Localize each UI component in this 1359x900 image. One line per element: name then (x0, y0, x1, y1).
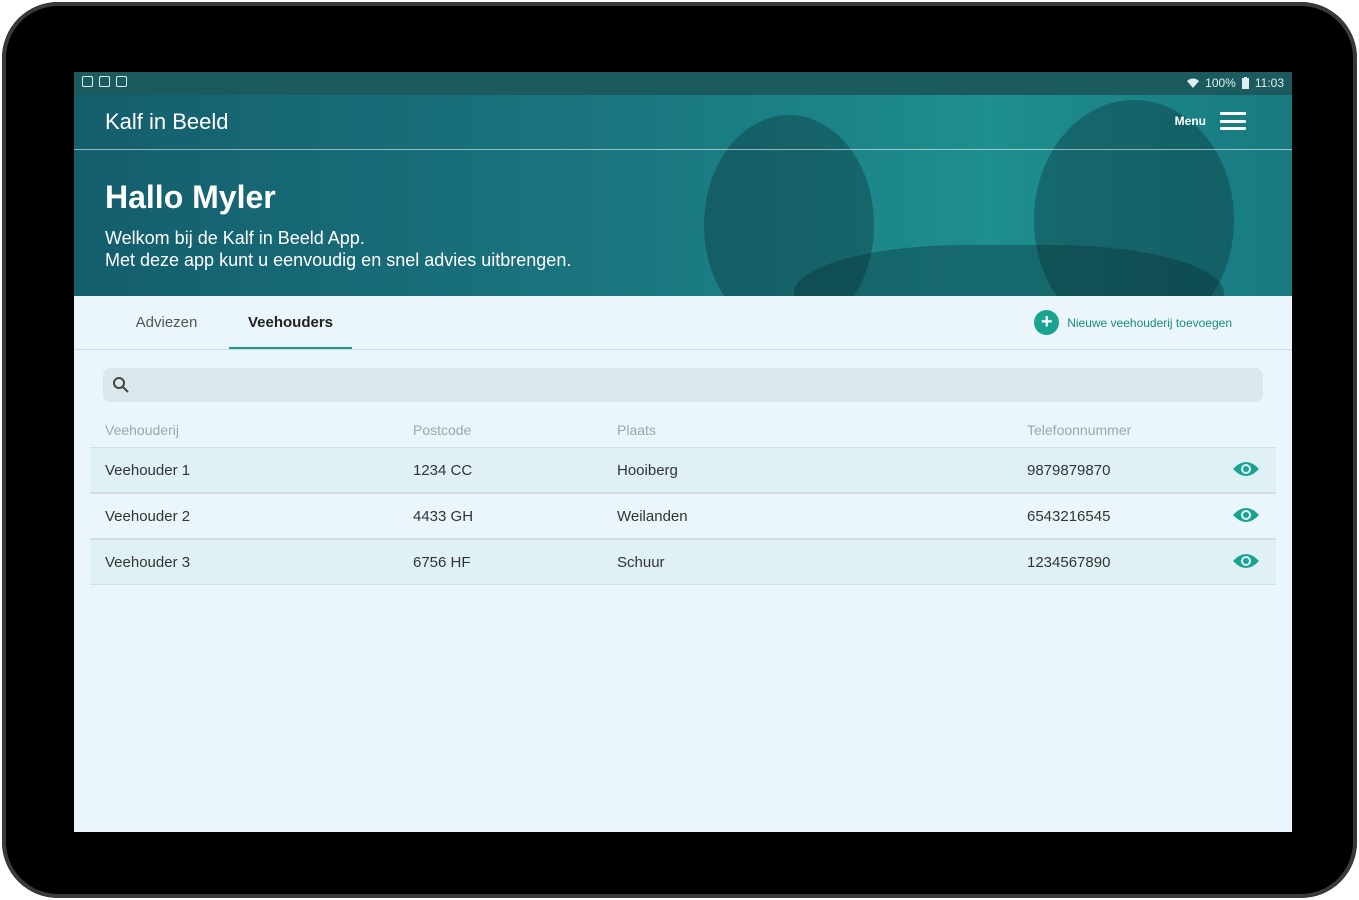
cell-veehouderij: Veehouder 2 (105, 508, 191, 525)
view-eye-icon[interactable] (1232, 552, 1260, 570)
search-bar (103, 368, 1263, 404)
column-header-telefoonnummer: Telefoonnummer (1027, 422, 1132, 438)
cell-veehouderij: Veehouder 1 (105, 462, 191, 479)
tab-bar: Adviezen Veehouders + Nieuwe veehouderij… (74, 296, 1292, 350)
app-title: Kalf in Beeld (105, 109, 229, 134)
battery-percent: 100% (1205, 76, 1236, 90)
view-eye-icon[interactable] (1232, 460, 1260, 478)
status-icons-right: 100% 11:03 (1187, 76, 1284, 90)
hamburger-icon[interactable] (1220, 112, 1246, 130)
search-input[interactable] (139, 368, 1253, 404)
table-header: Veehouderij Postcode Plaats Telefoonnumm… (74, 422, 1292, 446)
tab-veehouders[interactable]: Veehouders (229, 296, 352, 349)
welcome-text: Welkom bij de Kalf in Beeld App. Met dez… (105, 227, 571, 271)
welcome-line-1: Welkom bij de Kalf in Beeld App. (105, 228, 365, 248)
search-icon (113, 377, 129, 393)
plus-icon: + (1034, 310, 1060, 335)
clipboard-icon (116, 76, 127, 87)
gallery-icon (99, 76, 110, 87)
table-row[interactable]: Veehouder 3 6756 HF Schuur 1234567890 (90, 539, 1276, 585)
add-veehouderij-label: Nieuwe veehouderij toevoegen (1067, 315, 1232, 330)
hero-banner: Kalf in Beeld Menu Hallo Myler Welkom bi… (74, 95, 1292, 296)
status-bar: 100% 11:03 (74, 72, 1292, 95)
welcome-line-2: Met deze app kunt u eenvoudig en snel ad… (105, 250, 572, 270)
column-header-plaats: Plaats (617, 422, 656, 438)
cell-plaats: Weilanden (617, 508, 688, 525)
cell-postcode: 1234 CC (413, 462, 473, 479)
status-icons-left (82, 76, 127, 87)
notification-icon (82, 76, 93, 87)
cell-postcode: 6756 HF (413, 554, 471, 571)
add-veehouderij-button[interactable]: + Nieuwe veehouderij toevoegen (1034, 310, 1232, 335)
tab-adviezen[interactable]: Adviezen (114, 296, 219, 349)
wifi-icon (1187, 78, 1200, 88)
app-bar: Kalf in Beeld Menu (74, 95, 1292, 150)
battery-icon (1241, 77, 1249, 89)
table-row[interactable]: Veehouder 1 1234 CC Hooiberg 9879879870 (90, 447, 1276, 493)
tablet-frame: 100% 11:03 Kalf in Beeld Menu Hallo Myle… (2, 2, 1357, 898)
cell-telefoonnummer: 6543216545 (1027, 508, 1111, 525)
greeting-title: Hallo Myler (105, 179, 276, 215)
cell-postcode: 4433 GH (413, 508, 474, 525)
cell-telefoonnummer: 9879879870 (1027, 462, 1111, 479)
menu-label: Menu (1174, 114, 1206, 128)
column-header-veehouderij: Veehouderij (105, 422, 179, 438)
menu-button[interactable]: Menu (1175, 112, 1246, 130)
column-header-postcode: Postcode (413, 422, 472, 438)
table-row[interactable]: Veehouder 2 4433 GH Weilanden 6543216545 (90, 493, 1276, 539)
app-screen: 100% 11:03 Kalf in Beeld Menu Hallo Myle… (74, 72, 1292, 832)
cell-telefoonnummer: 1234567890 (1027, 554, 1111, 571)
cell-veehouderij: Veehouder 3 (105, 554, 191, 571)
cell-plaats: Schuur (617, 554, 665, 571)
view-eye-icon[interactable] (1232, 506, 1260, 524)
clock: 11:03 (1254, 76, 1284, 90)
cell-plaats: Hooiberg (617, 462, 678, 479)
